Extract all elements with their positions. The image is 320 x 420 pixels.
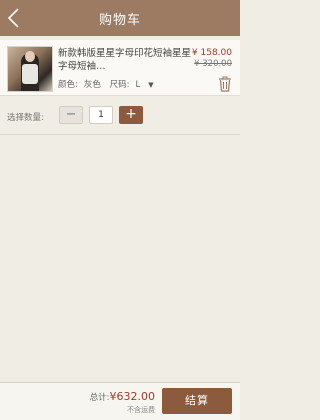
product-thumbnail[interactable] [7, 46, 53, 92]
color-value: 灰色 [83, 80, 101, 90]
quantity-row: 选择数量: − + [0, 106, 240, 128]
shipping-note: 不含运费 [127, 406, 155, 414]
delete-button[interactable] [218, 76, 232, 92]
product-price: ¥ 158.00 [191, 48, 232, 58]
quantity-input[interactable] [89, 106, 113, 124]
total-price: 总计:¥632.00 [90, 390, 155, 403]
header-bar: 购物车 [0, 0, 240, 36]
product-spec[interactable]: 颜色: 灰色 尺码: L ▼ [58, 78, 160, 90]
size-label: 尺码: [109, 80, 130, 90]
size-value: L [135, 80, 141, 90]
dropdown-triangle-icon[interactable]: ▼ [148, 81, 153, 89]
trash-icon [219, 76, 231, 92]
quantity-increase-button[interactable]: + [119, 106, 143, 124]
total-label: 总计: [89, 393, 110, 403]
quantity-label: 选择数量: [7, 113, 44, 123]
divider [0, 134, 240, 135]
quantity-decrease-button[interactable]: − [59, 106, 83, 124]
checkout-button[interactable]: 结算 [162, 388, 232, 414]
total-amount: ¥632.00 [109, 390, 156, 403]
color-label: 颜色: [58, 80, 78, 90]
cart-item: 新款韩版星星字母印花短袖星星字母短袖… 颜色: 灰色 尺码: L ▼ ¥ 158.00… [0, 40, 240, 96]
original-price: ¥ 320.00 [194, 59, 232, 69]
page-title: 购物车 [98, 13, 141, 28]
product-name[interactable]: 新款韩版星星字母印花短袖星星字母短袖… [58, 47, 193, 73]
